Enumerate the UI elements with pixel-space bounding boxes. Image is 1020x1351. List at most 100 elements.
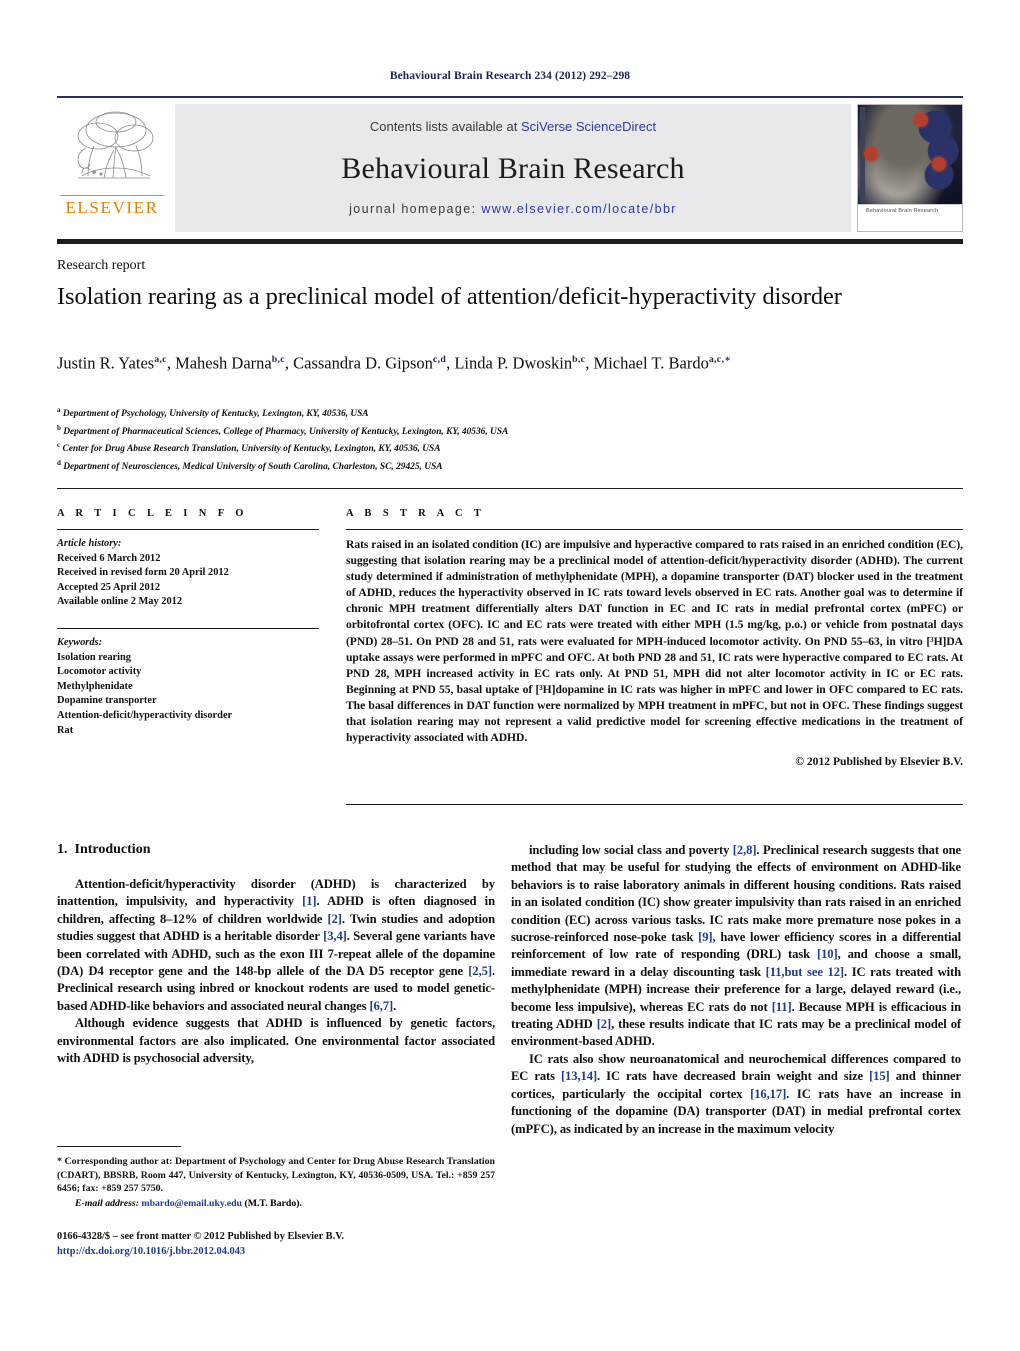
citation-link[interactable]: [6,7]	[369, 999, 393, 1013]
email-note: E-mail address: mbardo@email.uky.edu (M.…	[57, 1197, 495, 1211]
corresponding-author-note: * Corresponding author at: Department of…	[57, 1156, 495, 1195]
article-info-column: A R T I C L E I N F O Article history: R…	[57, 508, 319, 738]
author-name: Linda P. Dwoskin	[454, 353, 573, 373]
masthead-bottom-rule	[57, 239, 963, 244]
contents-prefix: Contents lists available at	[369, 118, 521, 134]
body-right-column: including low social class and poverty […	[511, 842, 961, 1138]
section-heading-introduction: 1. Introduction	[57, 842, 495, 858]
history-items: Received 6 March 2012 Received in revised…	[57, 552, 319, 610]
citation-link[interactable]: [3,4]	[323, 929, 347, 943]
citation-link[interactable]: [2]	[328, 912, 342, 926]
email-link[interactable]: mbardo@email.uky.edu	[141, 1198, 242, 1209]
article-history-block: Article history: Received 6 March 2012 Re…	[57, 537, 319, 610]
citation-link[interactable]: [2,5]	[468, 964, 492, 978]
keyword-item: Rat	[57, 724, 74, 736]
abstract-text: Rats raised in an isolated condition (IC…	[346, 538, 963, 745]
citation-link[interactable]: [1]	[302, 894, 316, 908]
cover-artwork	[858, 105, 962, 205]
article-history-item: Accepted 25 April 2012	[57, 581, 161, 593]
affiliation-mark: a	[57, 406, 61, 414]
keyword-item: Locomotor activity	[57, 666, 142, 678]
abstract-rule	[346, 529, 963, 530]
email-owner: (M.T. Bardo).	[244, 1197, 302, 1209]
footnote-rule	[57, 1146, 181, 1148]
abstract-copyright: © 2012 Published by Elsevier B.V.	[795, 755, 963, 769]
journal-title: Behavioural Brain Research	[341, 151, 685, 185]
sciencedirect-link[interactable]: SciVerse ScienceDirect	[521, 119, 656, 134]
article-info-rule	[57, 529, 319, 530]
journal-masthead: ELSEVIER Contents lists available at Sci…	[57, 96, 963, 234]
article-history-label: Article history:	[57, 538, 122, 549]
author-name: Michael T. Bardo	[593, 353, 709, 373]
journal-homepage-link[interactable]: www.elsevier.com/locate/bbr	[481, 202, 677, 216]
info-top-rule	[57, 488, 963, 489]
left-paragraphs: Attention-deficit/hyperactivity disorder…	[57, 876, 495, 1067]
affiliation-item: c Center for Drug Abuse Research Transla…	[57, 441, 441, 455]
homepage-prefix: journal homepage:	[349, 201, 482, 216]
affiliation-mark: d	[57, 459, 61, 468]
footnote-block: * Corresponding author at: Department of…	[57, 1146, 495, 1211]
citation-link[interactable]: [2]	[597, 1017, 611, 1031]
elsevier-wordmark: ELSEVIER	[60, 195, 164, 218]
neuron-icon	[932, 157, 946, 171]
citation-link[interactable]: [13,14]	[561, 1069, 597, 1083]
keyword-item: Isolation rearing	[57, 651, 131, 663]
keywords-block: Keywords: Isolation rearing Locomotor act…	[57, 636, 319, 738]
issn-block: 0166-4328/$ – see front matter © 2012 Pu…	[57, 1230, 517, 1259]
affiliation-list: a Department of Psychology, University o…	[57, 404, 947, 475]
author-affiliation-marks: c,d	[432, 354, 447, 365]
email-label: E-mail address:	[75, 1197, 139, 1209]
author-affiliation-marks: a,c,∗	[708, 354, 732, 365]
author-name: Cassandra D. Gipson	[293, 353, 433, 373]
citation-link[interactable]: [11,but see 12]	[766, 965, 844, 979]
author-affiliation-marks: b,c	[572, 354, 586, 365]
section-title: Introduction	[74, 842, 151, 857]
body-paragraph: including low social class and poverty […	[511, 843, 962, 1049]
keyword-item: Attention-deficit/hyperactivity disorder	[57, 709, 233, 721]
keyword-item: Dopamine transporter	[57, 695, 157, 707]
affiliation-item: a Department of Psychology, University o…	[57, 406, 369, 420]
keywords-rule	[57, 627, 319, 629]
section-number: 1.	[57, 842, 68, 857]
running-head: Behavioural Brain Research 234 (2012) 29…	[389, 70, 631, 82]
elsevier-logo: ELSEVIER	[57, 102, 167, 234]
citation-link[interactable]: [9]	[698, 930, 712, 944]
article-history-item: Available online 2 May 2012	[57, 596, 183, 608]
citation-link[interactable]: [16,17]	[750, 1087, 786, 1101]
author-affiliation-marks: a,c	[154, 354, 167, 365]
article-type-label: Research report	[57, 258, 146, 273]
article-info-heading: A R T I C L E I N F O	[57, 508, 248, 519]
citation-link[interactable]: [10]	[817, 947, 838, 961]
body-paragraph: IC rats also show neuroanatomical and ne…	[511, 1051, 961, 1136]
body-paragraph: Although evidence suggests that ADHD is …	[57, 1016, 495, 1066]
journal-cover-thumbnail: Behavioural Brain Research	[857, 104, 963, 232]
neuron-icon	[914, 113, 928, 127]
affiliation-mark: c	[57, 441, 61, 450]
author-name: Justin R. Yates	[57, 353, 155, 373]
abstract-column: A B S T R A C T Rats raised in an isolat…	[346, 508, 963, 768]
citation-link[interactable]: [11]	[772, 1000, 792, 1014]
contents-lists-line: Contents lists available at SciVerse Sci…	[370, 119, 656, 134]
keyword-item: Methylphenidate	[57, 680, 133, 692]
author-name: Mahesh Darna	[175, 353, 272, 373]
cover-caption: Behavioural Brain Research	[858, 204, 962, 231]
author-list: Justin R. Yatesa,c, Mahesh Darnab,c, Cas…	[57, 353, 732, 373]
keywords-label: Keywords:	[57, 636, 103, 648]
journal-band: Contents lists available at SciVerse Sci…	[175, 104, 851, 232]
author-affiliation-marks: b,c	[271, 354, 285, 365]
abstract-bottom-rule	[346, 804, 963, 805]
elsevier-tree-icon	[77, 111, 154, 179]
citation-link[interactable]: [2,8]	[733, 843, 757, 857]
page-title: Isolation rearing as a preclinical model…	[57, 283, 842, 310]
doi-link[interactable]: http://dx.doi.org/10.1016/j.bbr.2012.04.…	[57, 1245, 517, 1260]
right-paragraphs: including low social class and poverty […	[511, 842, 961, 1138]
cover-caption-text: Behavioural Brain Research	[866, 208, 939, 214]
abstract-heading: A B S T R A C T	[346, 508, 486, 519]
affiliation-item: b Department of Pharmaceutical Sciences,…	[57, 423, 509, 437]
body-paragraph: Attention-deficit/hyperactivity disorder…	[57, 877, 496, 1013]
affiliation-item: d Department of Neurosciences, Medical U…	[57, 459, 443, 473]
citation-link[interactable]: [15]	[869, 1069, 890, 1083]
body-left-column: 1. Introduction Attention-deficit/hyperac…	[57, 842, 495, 1067]
issn-line: 0166-4328/$ – see front matter © 2012 Pu…	[57, 1231, 344, 1242]
journal-homepage-line: journal homepage: www.elsevier.com/locat…	[349, 202, 677, 216]
